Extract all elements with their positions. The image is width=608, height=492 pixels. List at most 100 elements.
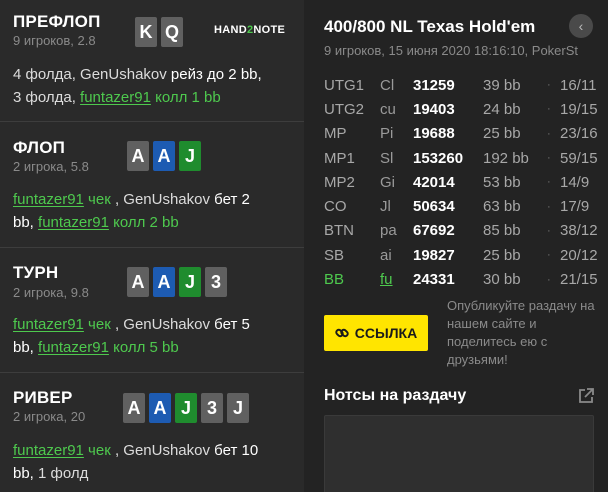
player-name[interactable]: fu: [380, 267, 413, 291]
hero-name-link[interactable]: funtazer91: [13, 191, 84, 208]
hand-title: 400/800 NL Texas Hold'em: [324, 17, 536, 36]
player-name[interactable]: Cl: [380, 73, 413, 97]
action-text: bb,: [13, 214, 39, 231]
player-stats: 23/16: [560, 125, 598, 143]
player-row[interactable]: BTN pa 67692 85 bb · 38/12: [324, 219, 598, 243]
player-row[interactable]: CO Jl 50634 63 bb · 17/9: [324, 194, 598, 218]
player-stats: 38/12: [560, 222, 598, 240]
player-row[interactable]: MP Pi 19688 25 bb · 23/16: [324, 122, 598, 146]
board-card: A: [153, 267, 175, 297]
board-cards: A A J 3 J: [123, 393, 253, 423]
notes-title: Нотсы на раздачу: [324, 387, 467, 404]
board-card: A: [127, 267, 149, 297]
action-text: bb,: [13, 465, 39, 482]
stat-separator: ·: [547, 200, 551, 213]
player-position: MP2: [324, 173, 355, 191]
hero-name-link[interactable]: funtazer91: [38, 339, 109, 356]
player-stack-bb: 25 bb: [483, 125, 521, 143]
player-row[interactable]: MP2 Gi 42014 53 bb · 14/9: [324, 170, 598, 194]
hero-name-link[interactable]: funtazer91: [80, 89, 151, 106]
hand-info-panel: 400/800 NL Texas Hold'em 9 игроков, 15 и…: [304, 0, 608, 492]
action-text: , GenUshakov: [110, 316, 215, 333]
share-link-label: ССЫЛКА: [354, 325, 418, 341]
action-text: рейз до 2 bb,: [166, 66, 262, 83]
player-stack: 153260: [413, 149, 464, 167]
board-cards: A A J: [127, 141, 205, 171]
street-actions: funtazer91 чек , GenUshakov бет 5 bb, fu…: [13, 313, 293, 359]
player-stack-bb: 63 bb: [483, 198, 521, 216]
player-stack-bb: 53 bb: [483, 173, 521, 191]
street-actions: 4 фолда, GenUshakov рейз до 2 bb, 3 фолд…: [13, 63, 293, 109]
chevron-left-icon[interactable]: ‹: [569, 14, 593, 38]
hand-subtitle: 9 игроков, 15 июня 2020 18:16:10, PokerS…: [324, 43, 579, 58]
external-link-icon[interactable]: [577, 387, 595, 405]
street-turn: ТУРН 2 игрока, 9.8 A A J 3 funtazer91 че…: [0, 248, 304, 373]
player-stack-bb: 39 bb: [483, 76, 521, 94]
street-river: РИВЕР 2 игрока, 20 A A J 3 J funtazer91 …: [0, 373, 304, 492]
action-text: колл 2 bb: [108, 214, 179, 231]
hero-name-link[interactable]: funtazer91: [38, 214, 109, 231]
hole-card: Q: [161, 17, 183, 47]
player-name[interactable]: cu: [380, 97, 413, 121]
player-position: CO: [324, 198, 347, 216]
player-stack-bb: 192 bb: [483, 149, 529, 167]
action-text: bb,: [13, 339, 39, 356]
player-name[interactable]: Sl: [380, 146, 413, 170]
notes-textarea[interactable]: [324, 415, 594, 492]
player-stack-bb: 24 bb: [483, 100, 521, 118]
hero-name-link[interactable]: funtazer91: [13, 442, 84, 459]
player-stack: 42014: [413, 173, 455, 191]
share-link-button[interactable]: ССЫЛКА: [324, 315, 428, 351]
action-text: бет 5: [214, 316, 250, 333]
player-name[interactable]: Pi: [380, 122, 413, 146]
action-text: колл 1 bb: [150, 89, 221, 106]
player-row[interactable]: MP1 Sl 153260 192 bb · 59/15: [324, 146, 598, 170]
player-stats: 17/9: [560, 198, 590, 216]
player-row[interactable]: UTG2 cu 19403 24 bb · 19/15: [324, 97, 598, 121]
action-text: бет 2: [214, 191, 250, 208]
player-row[interactable]: SB ai 19827 25 bb · 20/12: [324, 243, 598, 267]
stat-separator: ·: [547, 152, 551, 165]
stat-separator: ·: [547, 273, 551, 286]
street-actions: funtazer91 чек , GenUshakov бет 10 bb, 1…: [13, 439, 293, 485]
player-name[interactable]: ai: [380, 243, 413, 267]
player-stats: 21/15: [560, 271, 598, 289]
board-cards: A A J 3: [127, 267, 231, 297]
stat-separator: ·: [547, 103, 551, 116]
player-position: SB: [324, 246, 345, 264]
player-name[interactable]: Gi: [380, 170, 413, 194]
board-card: A: [127, 141, 149, 171]
player-stats: 20/12: [560, 246, 598, 264]
board-card: A: [123, 393, 145, 423]
board-card: J: [179, 267, 201, 297]
share-description: Опубликуйте раздачу на нашем сайте и под…: [447, 298, 595, 367]
street-flop: ФЛОП 2 игрока, 5.8 A A J funtazer91 чек …: [0, 122, 304, 248]
action-text: чек: [83, 316, 111, 333]
player-name[interactable]: pa: [380, 219, 413, 243]
player-row[interactable]: UTG1 Cl 31259 39 bb · 16/11: [324, 73, 598, 97]
player-name[interactable]: GenUshakov: [80, 66, 167, 83]
player-stack: 19688: [413, 125, 455, 143]
stat-separator: ·: [547, 127, 551, 140]
player-name[interactable]: Jl: [380, 194, 413, 218]
player-stack: 67692: [413, 222, 455, 240]
action-text: , GenUshakov: [110, 442, 215, 459]
action-text: бет 10: [214, 442, 259, 459]
player-row[interactable]: BB fu 24331 30 bb · 21/15: [324, 267, 598, 291]
action-text: 1 фолд: [38, 465, 89, 482]
players-table: UTG1 Cl 31259 39 bb · 16/11 UTG2 cu 19403 24 bb · 1…: [324, 73, 598, 292]
player-stack: 31259: [413, 76, 455, 94]
player-stack-bb: 30 bb: [483, 271, 521, 289]
board-card: A: [153, 141, 175, 171]
street-preflop: ПРЕФЛОП 9 игроков, 2.8 K Q HAND2NOTE 4 ф…: [0, 0, 304, 122]
player-stats: 19/15: [560, 100, 598, 118]
board-card: J: [179, 141, 201, 171]
hero-name-link[interactable]: funtazer91: [13, 316, 84, 333]
player-stack-bb: 25 bb: [483, 246, 521, 264]
action-text: , GenUshakov: [110, 191, 215, 208]
player-stack: 50634: [413, 198, 455, 216]
link-icon: [335, 328, 349, 338]
player-stats: 16/11: [560, 76, 597, 94]
player-stats: 14/9: [560, 173, 590, 191]
player-stack: 24331: [413, 271, 455, 289]
